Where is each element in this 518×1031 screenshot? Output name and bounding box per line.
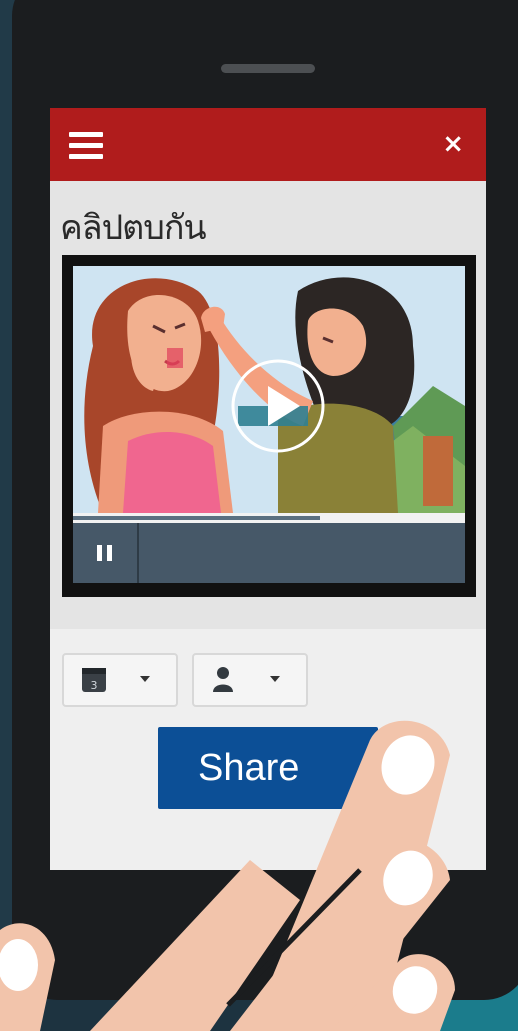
calendar-icon: 3 — [82, 668, 106, 692]
video-title: คลิปตบกัน — [60, 208, 207, 248]
progress-bar[interactable] — [73, 513, 465, 523]
action-toolbar: 3 Share — [50, 629, 486, 870]
user-icon — [213, 667, 233, 692]
video-player — [62, 255, 476, 597]
hamburger-menu-icon[interactable] — [69, 132, 103, 160]
progress-fill — [73, 516, 320, 520]
share-button[interactable]: Share — [158, 727, 378, 809]
phone-speaker — [221, 64, 315, 73]
calendar-dropdown[interactable]: 3 — [62, 653, 178, 707]
close-icon[interactable]: × — [442, 126, 464, 162]
app-header: × — [50, 108, 486, 181]
phone-screen: × คลิปตบกัน 3 Share — [50, 108, 486, 870]
content-area: คลิปตบกัน — [50, 181, 486, 629]
chevron-down-icon — [140, 676, 150, 682]
svg-text:3: 3 — [91, 679, 98, 692]
pause-icon[interactable] — [73, 523, 139, 583]
user-dropdown[interactable] — [192, 653, 308, 707]
chevron-down-icon — [270, 676, 280, 682]
video-frame[interactable] — [73, 266, 465, 513]
player-controls — [73, 523, 465, 583]
play-icon[interactable] — [230, 358, 326, 454]
